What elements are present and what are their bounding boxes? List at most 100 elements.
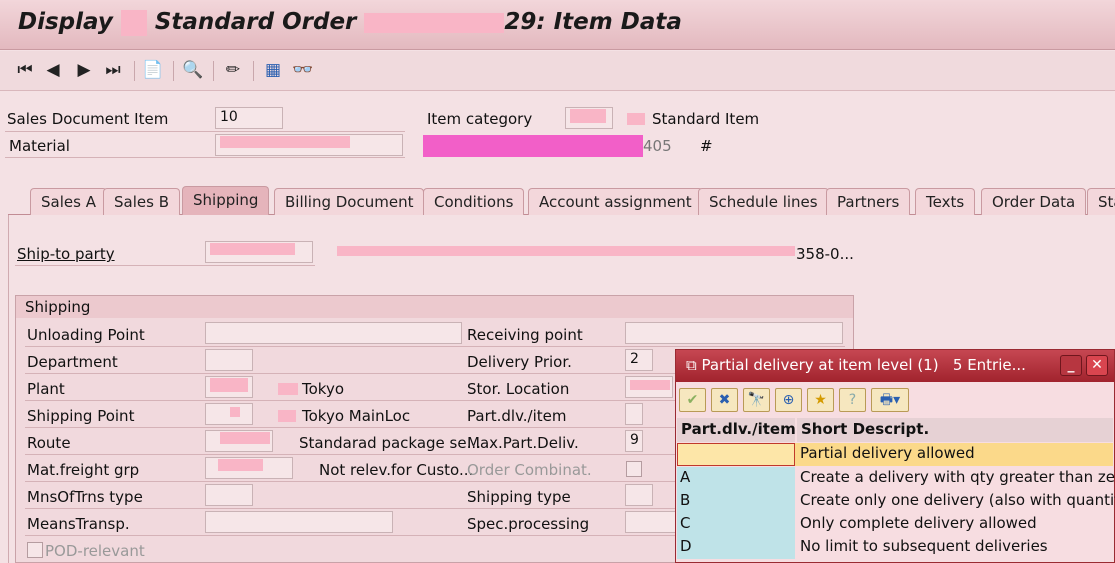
row-code: C bbox=[677, 513, 795, 536]
item-category-label: Item category bbox=[427, 110, 533, 128]
pod-relevant-label: POD-relevant bbox=[45, 542, 145, 560]
ship-to-address: 358-0... bbox=[796, 245, 854, 263]
previous-icon[interactable]: ◀ bbox=[42, 59, 64, 81]
shipping-point-text: Tokyo MainLoc bbox=[302, 407, 411, 425]
shipping-type-label: Shipping type bbox=[467, 488, 571, 506]
popup-window-icon: ⧉ bbox=[686, 356, 702, 374]
list-item[interactable]: B Create only one delivery (also with qua… bbox=[677, 490, 1115, 513]
order-combinat-checkbox[interactable] bbox=[626, 461, 642, 477]
tab-billing-document[interactable]: Billing Document bbox=[274, 188, 425, 215]
tab-sales-a[interactable]: Sales A bbox=[30, 188, 107, 215]
material-hash: # bbox=[700, 137, 713, 155]
part-dlv-item-label: Part.dlv./item bbox=[467, 407, 567, 425]
mat-freight-grp-field[interactable] bbox=[205, 457, 293, 479]
window-title: Display Standard Order 29: Item Data bbox=[18, 9, 682, 36]
ship-to-party-field[interactable] bbox=[205, 241, 313, 263]
column-header-part-dlv[interactable]: Part.dlv./item bbox=[677, 418, 796, 442]
column-header-short-descript[interactable]: Short Descript. bbox=[797, 418, 1113, 442]
add-favorite-icon[interactable]: ★ bbox=[807, 388, 834, 412]
order-combinat-label: Order Combinat. bbox=[467, 461, 592, 479]
receiving-point-label: Receiving point bbox=[467, 326, 583, 344]
first-page-icon[interactable]: ⏮ bbox=[14, 59, 36, 81]
row-code bbox=[677, 443, 795, 466]
spec-processing-label: Spec.processing bbox=[467, 515, 590, 533]
minimize-button[interactable]: _ bbox=[1060, 355, 1082, 376]
row-description: Create a delivery with qty greater than … bbox=[800, 468, 1115, 486]
ship-to-party-link[interactable]: Ship-to party bbox=[17, 245, 115, 263]
list-item[interactable]: A Create a delivery with qty greater than… bbox=[677, 467, 1115, 490]
row-code: B bbox=[677, 490, 795, 513]
material-label: Material bbox=[9, 137, 70, 155]
application-toolbar: ⏮ ◀ ▶ ⏭ 📄 🔍 ✏ ▦ 👓 bbox=[0, 51, 1115, 91]
delivery-prior-label: Delivery Prior. bbox=[467, 353, 572, 371]
delivery-prior-field[interactable]: 2 bbox=[625, 349, 653, 371]
list-item[interactable]: D No limit to subsequent deliveries bbox=[677, 536, 1113, 559]
tab-conditions[interactable]: Conditions bbox=[423, 188, 525, 215]
stor-location-label: Stor. Location bbox=[467, 380, 570, 398]
tab-texts[interactable]: Texts bbox=[915, 188, 976, 215]
pod-relevant-checkbox[interactable] bbox=[27, 542, 43, 558]
next-icon[interactable]: ▶ bbox=[73, 59, 95, 81]
cancel-icon[interactable]: ✖ bbox=[711, 388, 738, 412]
document-flow-icon[interactable]: 📄 bbox=[142, 59, 164, 81]
mat-freight-grp-label: Mat.freight grp bbox=[27, 461, 140, 479]
print-icon[interactable]: 🖶▾ bbox=[871, 388, 909, 412]
row-description: Partial delivery allowed bbox=[800, 444, 975, 462]
row-code: A bbox=[677, 467, 795, 490]
tab-sales-b[interactable]: Sales B bbox=[103, 188, 180, 215]
mns-of-trns-type-field[interactable] bbox=[205, 484, 253, 506]
list-item[interactable]: Partial delivery allowed bbox=[677, 443, 1113, 466]
sales-document-item-field[interactable]: 10 bbox=[215, 107, 283, 129]
shipping-group-title: Shipping bbox=[16, 296, 853, 318]
edit-item-icon[interactable]: ✏ bbox=[222, 59, 244, 81]
row-description: No limit to subsequent deliveries bbox=[800, 537, 1048, 555]
close-button[interactable]: ✕ bbox=[1086, 355, 1108, 376]
partial-delivery-popup: ⧉ Partial delivery at item level (1) 5 E… bbox=[675, 349, 1115, 563]
max-part-deliv-label: Max.Part.Deliv. bbox=[467, 434, 579, 452]
row-description: Only complete delivery allowed bbox=[800, 514, 1037, 532]
route-text: Standarad package se... bbox=[299, 434, 481, 452]
plant-label: Plant bbox=[27, 380, 65, 398]
plant-field[interactable] bbox=[205, 376, 253, 398]
help-icon[interactable]: ? bbox=[839, 388, 866, 412]
shipping-point-label: Shipping Point bbox=[27, 407, 135, 425]
list-item[interactable]: C Only complete delivery allowed bbox=[677, 513, 1113, 536]
sales-document-item-label: Sales Document Item bbox=[7, 110, 169, 128]
item-category-field[interactable] bbox=[565, 107, 613, 129]
stor-location-field[interactable] bbox=[625, 376, 673, 398]
calculator-icon[interactable]: ▦ bbox=[262, 59, 284, 81]
max-part-deliv-field[interactable]: 9 bbox=[625, 430, 643, 452]
unloading-point-field[interactable] bbox=[205, 322, 462, 344]
material-description: 405 bbox=[643, 137, 672, 155]
shipping-type-field[interactable] bbox=[625, 484, 653, 506]
part-dlv-item-field[interactable] bbox=[625, 403, 643, 425]
display-glasses-icon[interactable]: 👓 bbox=[292, 59, 314, 81]
route-label: Route bbox=[27, 434, 71, 452]
last-page-icon[interactable]: ⏭ bbox=[102, 59, 124, 81]
tab-partners[interactable]: Partners bbox=[826, 188, 911, 215]
tab-more[interactable]: Sta bbox=[1087, 188, 1115, 215]
plant-text: Tokyo bbox=[302, 380, 344, 398]
tab-shipping[interactable]: Shipping bbox=[182, 186, 270, 215]
receiving-point-field[interactable] bbox=[625, 322, 843, 344]
shipping-point-field[interactable] bbox=[205, 403, 253, 425]
material-field[interactable] bbox=[215, 134, 403, 156]
means-transp-field[interactable] bbox=[205, 511, 393, 533]
row-code: D bbox=[677, 536, 795, 559]
tab-order-data[interactable]: Order Data bbox=[981, 188, 1087, 215]
material-description-redacted bbox=[423, 135, 643, 157]
means-transp-label: MeansTransp. bbox=[27, 515, 130, 533]
find-icon[interactable]: 🔭 bbox=[743, 388, 770, 412]
find-next-icon[interactable]: ⊕ bbox=[775, 388, 802, 412]
status-overview-icon[interactable]: 🔍 bbox=[182, 59, 204, 81]
popup-title-bar[interactable]: ⧉ Partial delivery at item level (1) 5 E… bbox=[676, 350, 1114, 382]
route-field[interactable] bbox=[205, 430, 273, 452]
department-field[interactable] bbox=[205, 349, 253, 371]
tab-schedule-lines[interactable]: Schedule lines bbox=[698, 188, 829, 215]
title-bar: Display Standard Order 29: Item Data bbox=[0, 0, 1115, 50]
unloading-point-label: Unloading Point bbox=[27, 326, 145, 344]
checkmark-icon[interactable]: ✔ bbox=[679, 388, 706, 412]
tab-account-assignment[interactable]: Account assignment bbox=[528, 188, 703, 215]
mns-of-trns-type-label: MnsOfTrns type bbox=[27, 488, 143, 506]
department-label: Department bbox=[27, 353, 118, 371]
